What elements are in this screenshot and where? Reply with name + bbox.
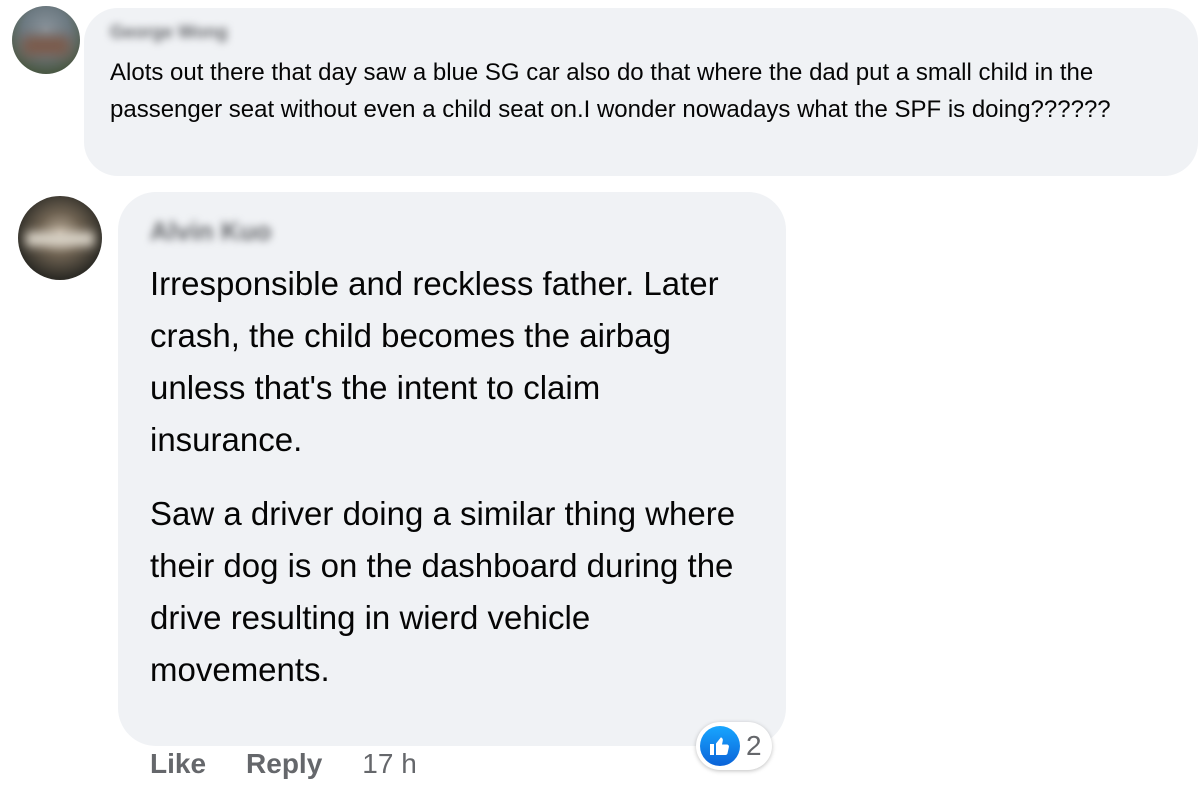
commenter-avatar[interactable] — [18, 196, 102, 280]
comment-paragraph: Saw a driver doing a similar thing where… — [150, 495, 736, 688]
reaction-count: 2 — [746, 730, 762, 761]
reply-button[interactable]: Reply — [246, 748, 322, 780]
like-button[interactable]: Like — [150, 748, 206, 780]
comment-author-name[interactable]: Alvin Kuo — [150, 216, 271, 247]
comment-author-name[interactable]: George Wong — [110, 22, 228, 43]
comment-text: Alots out there that day saw a blue SG c… — [110, 59, 1111, 123]
commenter-avatar[interactable] — [12, 6, 80, 74]
thumbs-up-icon — [700, 726, 740, 766]
comment-timestamp[interactable]: 17 h — [362, 748, 417, 780]
comment-paragraph: Irresponsible and reckless father. Later… — [150, 265, 719, 458]
comment-text: Irresponsible and reckless father. Later… — [150, 258, 760, 696]
reaction-summary[interactable]: 2 — [696, 722, 772, 770]
comment-actions: Like Reply 17 h — [150, 748, 417, 780]
